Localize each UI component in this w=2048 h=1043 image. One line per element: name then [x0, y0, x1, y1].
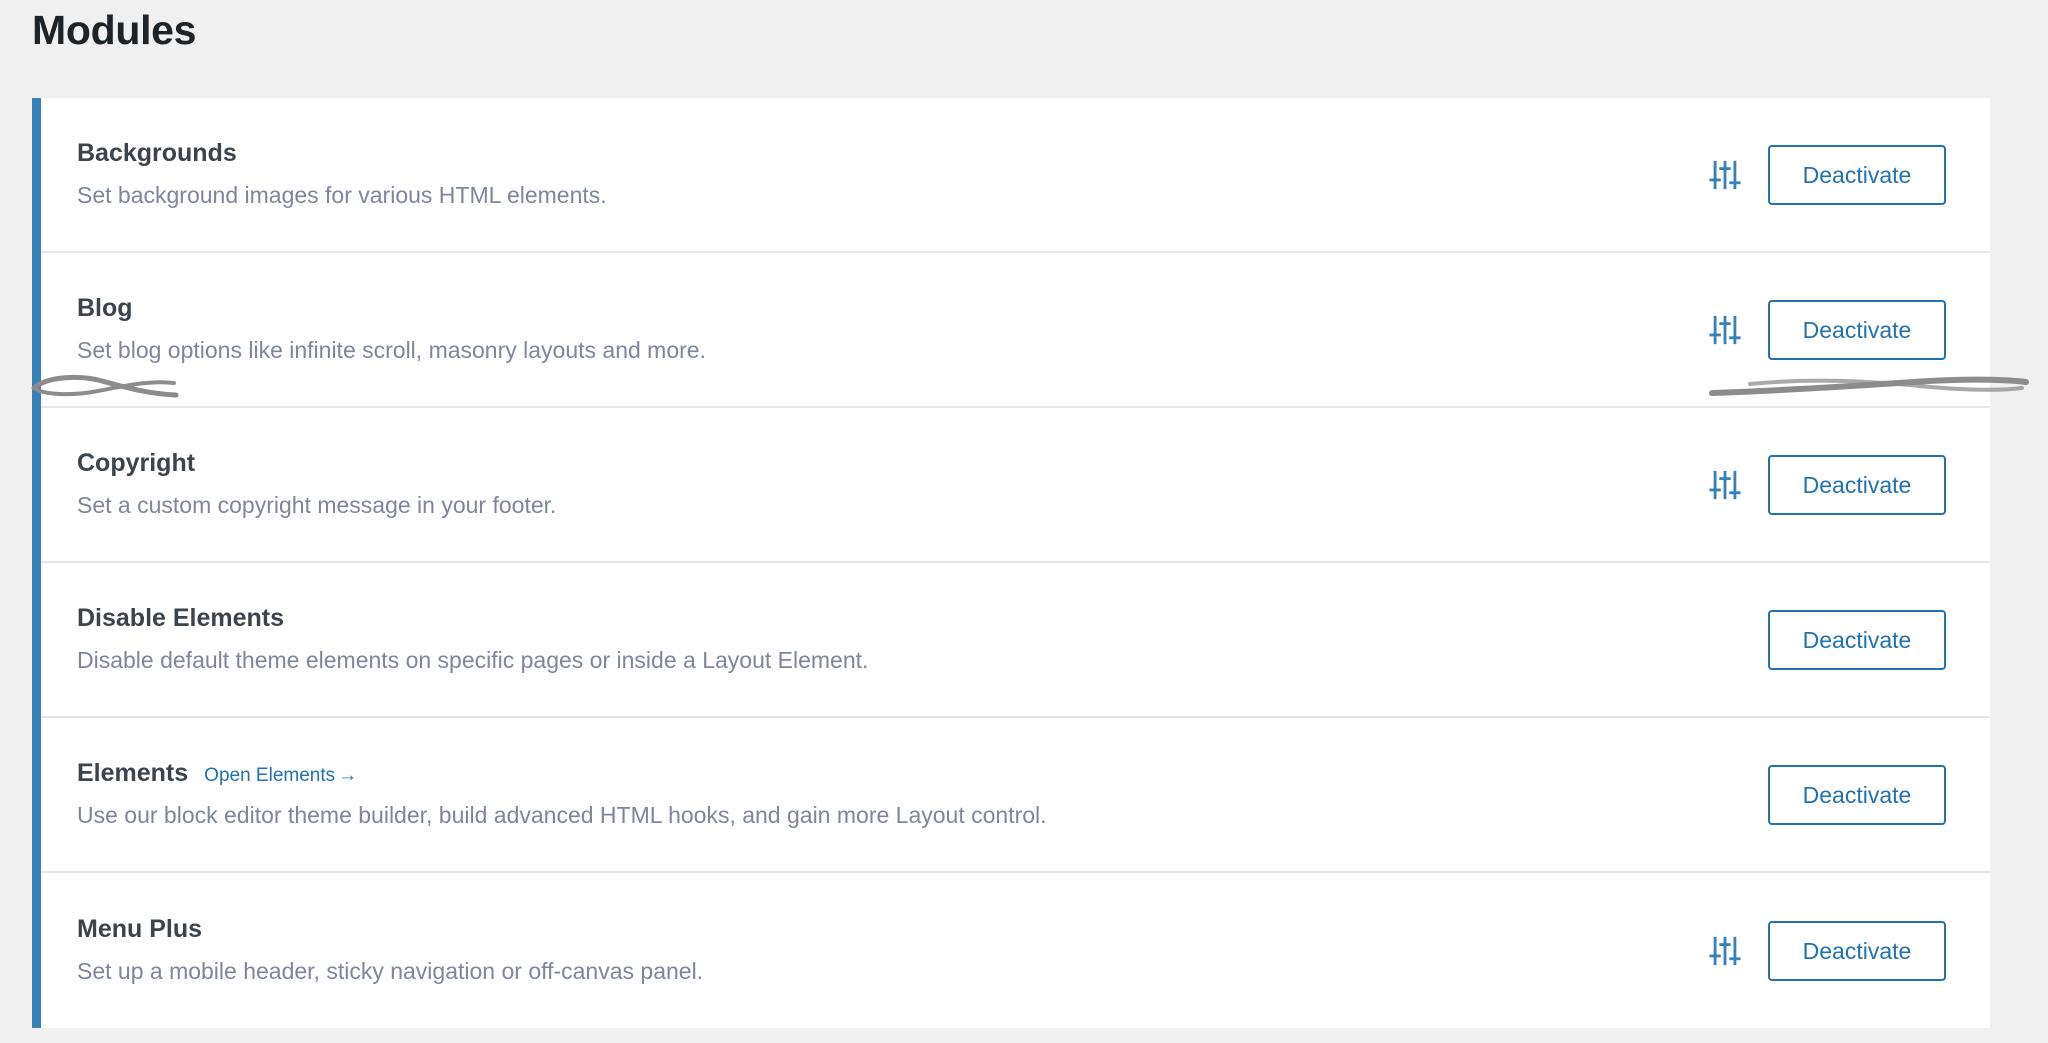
open-elements-link[interactable]: Open Elements →: [204, 765, 357, 787]
page-title: Modules: [32, 7, 197, 53]
module-name: Menu Plus: [77, 914, 203, 943]
sliders-icon: [1709, 470, 1741, 499]
arrow-right-icon: →: [338, 764, 358, 786]
module-actions: Deactivate: [1708, 299, 1946, 360]
module-row: Menu Plus Set up a mobile header, sticky …: [41, 873, 1990, 1028]
deactivate-button[interactable]: Deactivate: [1768, 299, 1946, 360]
module-actions: Deactivate: [1708, 144, 1946, 205]
modules-list: Backgrounds Set background images for var…: [32, 98, 1990, 1028]
module-name: Backgrounds: [77, 138, 237, 167]
sliders-icon: [1709, 936, 1741, 965]
module-name: Elements: [77, 758, 189, 787]
module-info: Elements Open Elements → Use our block edit…: [77, 758, 1708, 831]
module-settings-button[interactable]: [1708, 934, 1742, 968]
sliders-icon: [1709, 160, 1741, 189]
deactivate-button[interactable]: Deactivate: [1768, 764, 1946, 825]
module-title-line: Backgrounds: [77, 138, 1708, 169]
module-info: Blog Set blog options like infinite scrol…: [77, 293, 1708, 366]
module-description: Set blog options like infinite scroll, m…: [77, 337, 706, 364]
module-description: Set a custom copyright message in your f…: [77, 492, 557, 519]
module-row: Copyright Set a custom copyright message …: [41, 408, 1990, 563]
settings-icon-spacer: [1708, 623, 1742, 657]
module-actions: Deactivate: [1708, 609, 1946, 670]
module-info: Disable Elements Disable default theme el…: [77, 603, 1708, 676]
module-name: Disable Elements: [77, 603, 285, 632]
module-title-line: Disable Elements: [77, 603, 1708, 634]
module-info: Backgrounds Set background images for var…: [77, 138, 1708, 211]
deactivate-button[interactable]: Deactivate: [1768, 920, 1946, 981]
module-settings-button[interactable]: [1708, 313, 1742, 347]
module-description: Set up a mobile header, sticky navigatio…: [77, 958, 704, 985]
settings-icon-spacer: [1708, 778, 1742, 812]
module-info: Menu Plus Set up a mobile header, sticky …: [77, 914, 1708, 987]
open-elements-link-label: Open Elements: [204, 764, 336, 786]
module-actions: Deactivate: [1708, 920, 1946, 981]
module-title-line: Copyright: [77, 448, 1708, 479]
module-title-line: Elements Open Elements →: [77, 758, 1708, 789]
module-row: Disable Elements Disable default theme el…: [41, 563, 1990, 718]
module-name: Copyright: [77, 448, 196, 477]
module-info: Copyright Set a custom copyright message …: [77, 448, 1708, 521]
module-settings-button[interactable]: [1708, 468, 1742, 502]
module-row: Elements Open Elements → Use our block edit…: [41, 718, 1990, 873]
module-settings-button[interactable]: [1708, 158, 1742, 192]
deactivate-button[interactable]: Deactivate: [1768, 144, 1946, 205]
module-title-line: Blog: [77, 293, 1708, 324]
module-description: Disable default theme elements on specif…: [77, 647, 869, 674]
module-row: Backgrounds Set background images for var…: [41, 98, 1990, 253]
deactivate-button[interactable]: Deactivate: [1768, 454, 1946, 515]
module-title-line: Menu Plus: [77, 914, 1708, 945]
module-actions: Deactivate: [1708, 764, 1946, 825]
deactivate-button[interactable]: Deactivate: [1768, 609, 1946, 670]
module-name: Blog: [77, 293, 133, 322]
module-actions: Deactivate: [1708, 454, 1946, 515]
module-description: Set background images for various HTML e…: [77, 182, 607, 209]
module-row: Blog Set blog options like infinite scrol…: [41, 253, 1990, 408]
sliders-icon: [1709, 315, 1741, 344]
module-description: Use our block editor theme builder, buil…: [77, 802, 1047, 829]
